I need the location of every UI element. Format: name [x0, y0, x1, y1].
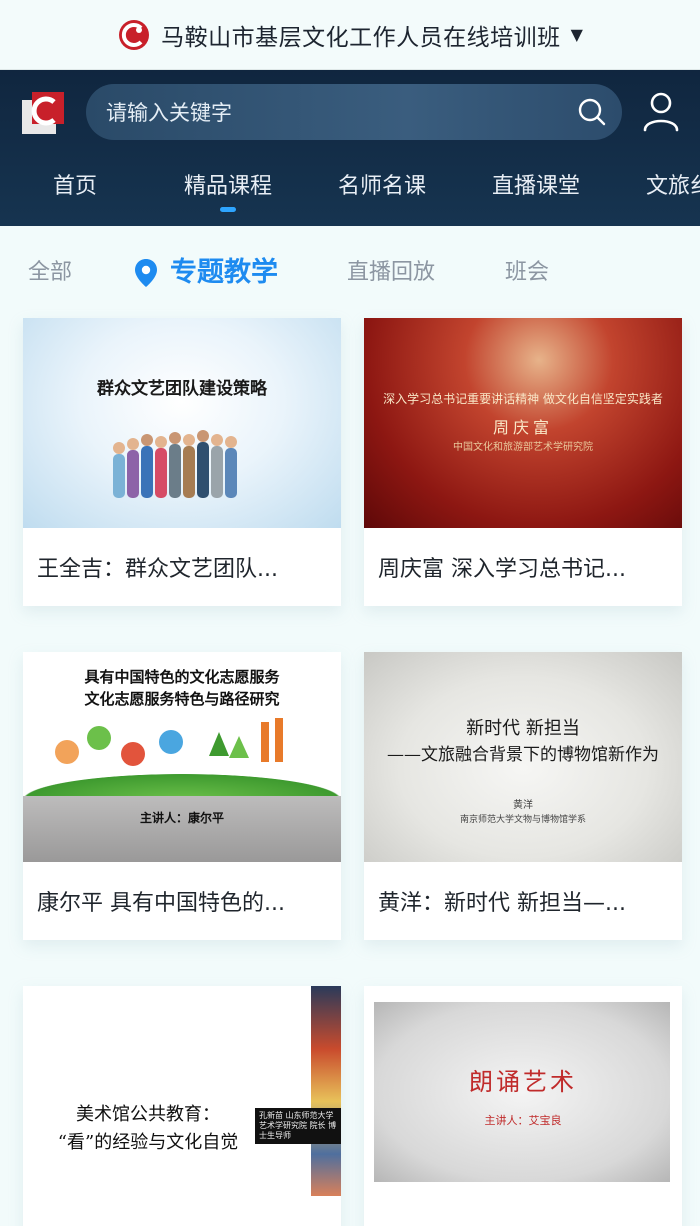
tab-home[interactable]: 首页: [53, 168, 97, 200]
course-title[interactable]: 王全吉：群众文艺团队...: [23, 528, 341, 606]
crowd-illustration: [113, 430, 237, 498]
tab-famous-teachers[interactable]: 名师名课: [338, 168, 426, 200]
search-input[interactable]: 请输入关键字: [106, 97, 562, 127]
course-title[interactable]: [364, 1196, 682, 1226]
tab-premium-courses[interactable]: 精品课程: [184, 168, 272, 212]
thumbnail-affiliation: 南京师范大学文物与博物馆学系: [459, 815, 586, 825]
course-title[interactable]: [23, 1196, 341, 1226]
thumbnail-subtitle: 深入学习总书记重要讲话精神 做文化自信坚定实践者: [383, 392, 663, 406]
thumbnail-lecturer: 主讲人：康尔平: [139, 811, 224, 825]
location-pin-icon: [135, 259, 157, 287]
course-card[interactable]: 具有中国特色的文化志愿服务 文化志愿服务特色与路径研究 主讲人：康尔平 康尔平 …: [23, 652, 341, 940]
site-title: 马鞍山市基层文化工作人员在线培训班: [161, 24, 561, 51]
course-title[interactable]: 康尔平 具有中国特色的...: [23, 862, 341, 940]
course-thumbnail[interactable]: 朗诵艺术 主讲人：艾宝良: [364, 986, 682, 1196]
course-thumbnail[interactable]: 新时代 新担当 ——文旅融合背景下的博物馆新作为 黄洋 南京师范大学文物与博物馆…: [364, 652, 682, 862]
course-card[interactable]: 孔新苗 山东师范大学艺术学研究院 院长 博士生导师 美术馆公共教育： “看”的经…: [23, 986, 341, 1226]
course-card[interactable]: 朗诵艺术 主讲人：艾宝良: [364, 986, 682, 1226]
user-icon[interactable]: [640, 90, 682, 132]
app-title-bar[interactable]: 马鞍山市基层文化工作人员在线培训班 ▼: [0, 0, 700, 70]
subtab-class-meeting[interactable]: 班会: [505, 254, 549, 286]
course-thumbnail[interactable]: 孔新苗 山东师范大学艺术学研究院 院长 博士生导师 美术馆公共教育： “看”的经…: [23, 986, 341, 1196]
subtab-topic-teaching[interactable]: 专题教学: [170, 250, 278, 289]
thumbnail-speaker: 黄洋: [513, 800, 533, 811]
course-card[interactable]: 群众文艺团队建设策略 王全吉：群众文艺团队...: [23, 318, 341, 606]
header: 请输入关键字 首页 精品课程 名师名课 直播课堂 文旅纟: [0, 70, 700, 226]
thumbnail-subtitle: ——文旅融合背景下的博物馆新作为: [387, 745, 659, 765]
course-thumbnail[interactable]: 群众文艺团队建设策略: [23, 318, 341, 528]
main-nav: 首页 精品课程 名师名课 直播课堂 文旅纟: [0, 168, 700, 226]
thumbnail-title: 美术馆公共教育：: [76, 1104, 220, 1125]
search-bar[interactable]: 请输入关键字: [86, 84, 622, 140]
subtab-live-replay[interactable]: 直播回放: [347, 254, 435, 286]
thumbnail-subtitle: “看”的经验与文化自觉: [57, 1132, 239, 1153]
thumbnail-affiliation: 中国文化和旅游部艺术学研究院: [453, 442, 593, 453]
thumbnail-lecturer: 主讲人：艾宝良: [484, 1114, 562, 1127]
painting-strip: [311, 986, 341, 1196]
course-title[interactable]: 周庆富 深入学习总书记...: [364, 528, 682, 606]
chevron-down-icon[interactable]: ▼: [571, 25, 583, 44]
course-thumbnail[interactable]: 具有中国特色的文化志愿服务 文化志愿服务特色与路径研究 主讲人：康尔平: [23, 652, 341, 862]
category-tabs: 全部 专题教学 直播回放 班会: [0, 226, 700, 316]
course-title[interactable]: 黄洋：新时代 新担当—...: [364, 862, 682, 940]
tab-culture-tourism[interactable]: 文旅纟: [646, 168, 700, 200]
brand-logo-icon: [119, 19, 150, 50]
thumbnail-title: 朗诵艺术: [469, 1068, 577, 1096]
course-card[interactable]: 深入学习总书记重要讲话精神 做文化自信坚定实践者 周庆富 中国文化和旅游部艺术学…: [364, 318, 682, 606]
tab-live-classroom[interactable]: 直播课堂: [492, 168, 580, 200]
course-card[interactable]: 新时代 新担当 ——文旅融合背景下的博物馆新作为 黄洋 南京师范大学文物与博物馆…: [364, 652, 682, 940]
stone-decoration: [23, 796, 341, 862]
subtab-all[interactable]: 全部: [28, 254, 72, 286]
thumbnail-speaker: 周庆富: [492, 418, 553, 437]
search-icon[interactable]: [562, 84, 622, 140]
thumbnail-title: 新时代 新担当: [466, 718, 580, 739]
brand-logo-icon[interactable]: [20, 90, 66, 136]
course-thumbnail[interactable]: 深入学习总书记重要讲话精神 做文化自信坚定实践者 周庆富 中国文化和旅游部艺术学…: [364, 318, 682, 528]
